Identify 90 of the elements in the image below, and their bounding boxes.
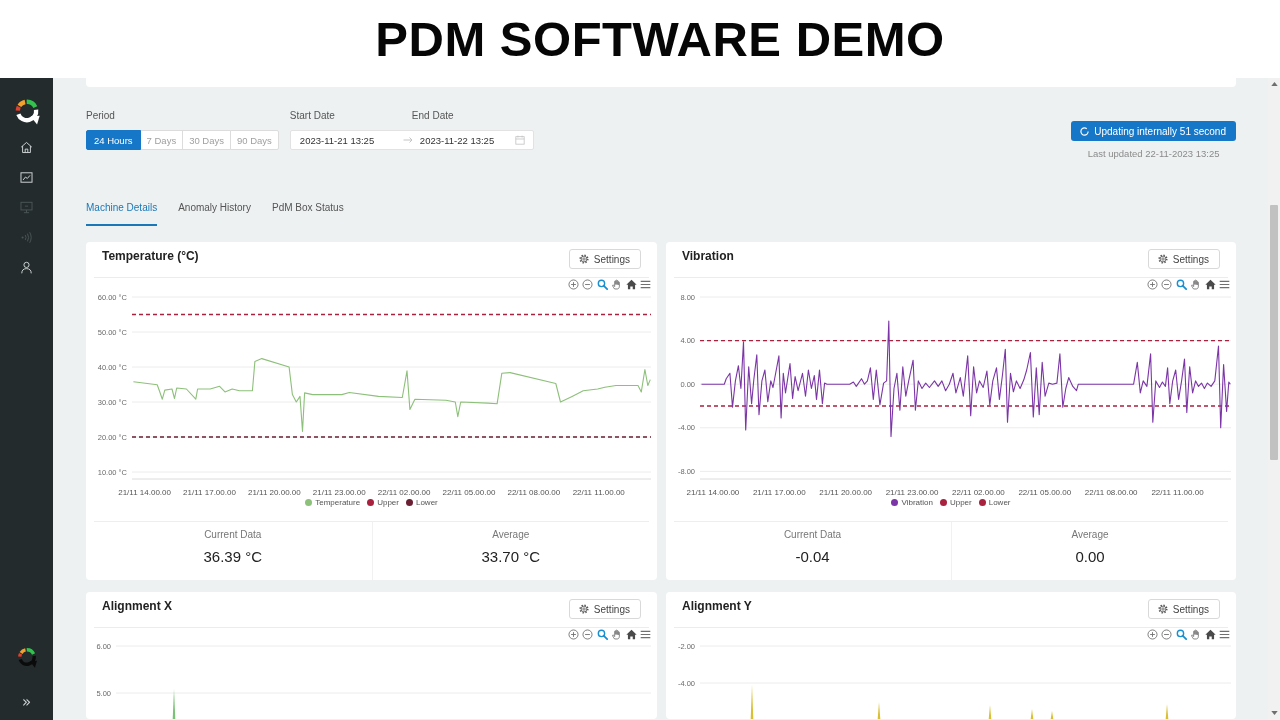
menu-icon[interactable] xyxy=(1219,279,1230,290)
refresh-status-button[interactable]: Updating internally 51 second xyxy=(1071,121,1236,141)
gear-icon xyxy=(578,254,589,264)
settings-button[interactable]: Settings xyxy=(1147,249,1220,269)
field-label: End Date xyxy=(411,110,454,122)
zoom-out-icon[interactable] xyxy=(1161,279,1172,290)
logo-icon xyxy=(15,646,38,668)
hand-icon[interactable] xyxy=(1190,629,1201,640)
stat-label: Current Data xyxy=(204,528,262,542)
settings-button[interactable]: Settings xyxy=(568,599,641,619)
stat-value: 33.70 °C xyxy=(481,548,540,566)
legend-label: Upper xyxy=(377,497,399,508)
zoom-in-icon[interactable] xyxy=(567,629,579,640)
axis-label: 22/11 05.00.00 xyxy=(1018,488,1072,497)
axis-label: 22/11 08.00.00 xyxy=(507,488,561,497)
axis-label: 21/11 23.00.00 xyxy=(885,488,939,497)
date-range-picker[interactable]: 2023-11-21 13:25 2023-11-22 13:25 xyxy=(289,130,534,150)
tab[interactable]: Machine Details xyxy=(86,201,158,226)
legend-label: Upper xyxy=(949,497,972,508)
scrollbar[interactable] xyxy=(1268,78,1280,720)
stat-value: 0.00 xyxy=(1075,548,1105,566)
settings-button[interactable]: Settings xyxy=(1147,599,1220,619)
spinner-icon xyxy=(1080,126,1090,136)
legend-label: Vibration xyxy=(901,497,933,508)
magnifier-icon[interactable] xyxy=(596,279,608,290)
menu-icon[interactable] xyxy=(640,279,651,290)
home-icon[interactable] xyxy=(625,629,637,640)
scrollbar-thumb[interactable] xyxy=(1270,205,1278,460)
end-date-input[interactable]: 2023-11-22 13:25 xyxy=(419,134,495,146)
magnifier-icon[interactable] xyxy=(1175,629,1187,640)
stat-label: Current Data xyxy=(783,528,842,542)
axis-label: 21/11 23.00.00 xyxy=(312,488,366,497)
axis-label: 21/11 17.00.00 xyxy=(752,488,806,497)
axis-label: 22/11 05.00.00 xyxy=(442,488,496,497)
axis-label: 21/11 14.00.00 xyxy=(118,488,171,497)
gear-icon xyxy=(1157,254,1168,264)
zoom-in-icon[interactable] xyxy=(567,279,579,290)
zoom-out-icon[interactable] xyxy=(1161,629,1172,640)
zoom-out-icon[interactable] xyxy=(582,279,593,290)
home-icon[interactable] xyxy=(20,141,33,154)
axis-label: 21/11 20.00.00 xyxy=(247,488,301,497)
gear-icon xyxy=(1157,604,1168,614)
hand-icon[interactable] xyxy=(611,279,622,290)
field-label: Start Date xyxy=(289,110,336,122)
menu-icon[interactable] xyxy=(640,629,651,640)
settings-button[interactable]: Settings xyxy=(568,249,641,269)
card-title: Alignment Y xyxy=(682,599,752,613)
stat-value: 36.39 °C xyxy=(203,548,262,566)
card-title: Alignment X xyxy=(102,599,172,613)
card-title: Vibration xyxy=(682,249,734,263)
home-icon[interactable] xyxy=(625,279,637,290)
stat-label: Average xyxy=(492,528,530,542)
banner-title: PDM SOFTWARE DEMO xyxy=(375,11,945,67)
caret-up-icon[interactable] xyxy=(1270,82,1278,86)
magnifier-icon[interactable] xyxy=(596,629,608,640)
axis-label: 21/11 20.00.00 xyxy=(819,488,873,497)
tab[interactable]: Anomaly History xyxy=(178,201,251,226)
home-icon[interactable] xyxy=(1204,629,1216,640)
last-updated-text: Last updated 22-11-2023 13:25 xyxy=(1087,148,1220,160)
card-title: Temperature (°C) xyxy=(102,249,199,263)
axis-label: 21/11 17.00.00 xyxy=(183,488,236,497)
user-icon[interactable] xyxy=(20,261,33,274)
arrow-icon xyxy=(402,136,413,144)
zoom-in-icon[interactable] xyxy=(1146,629,1158,640)
axis-label: 22/11 02.00.00 xyxy=(952,488,1005,497)
axis-label: 22/11 11.00.00 xyxy=(572,488,625,497)
legend-label: Lower xyxy=(988,497,1011,508)
gear-icon xyxy=(578,604,589,614)
start-date-input[interactable]: 2023-11-21 13:25 xyxy=(299,134,403,146)
expand-button[interactable]: » xyxy=(21,694,32,710)
zoom-out-icon[interactable] xyxy=(582,629,593,640)
tab[interactable]: PdM Box Status xyxy=(271,201,344,226)
chart-icon[interactable] xyxy=(20,171,33,184)
magnifier-icon[interactable] xyxy=(1175,279,1187,290)
hand-icon[interactable] xyxy=(1190,279,1201,290)
stat-value: -0.04 xyxy=(795,548,830,566)
axis-label: 22/11 11.00.00 xyxy=(1151,488,1204,497)
field-label: Period xyxy=(86,110,115,122)
stat-label: Average xyxy=(1071,528,1109,542)
axis-label: 22/11 08.00.00 xyxy=(1084,488,1138,497)
menu-icon[interactable] xyxy=(1219,629,1230,640)
hand-icon[interactable] xyxy=(611,629,622,640)
legend-label: Temperature xyxy=(315,497,361,508)
period-option[interactable]: 24 Hours xyxy=(86,130,141,150)
home-icon[interactable] xyxy=(1204,279,1216,290)
zoom-in-icon[interactable] xyxy=(1146,279,1158,290)
caret-down-icon[interactable] xyxy=(1270,711,1278,715)
axis-label: 22/11 02.00.00 xyxy=(377,488,431,497)
legend-label: Lower xyxy=(415,497,438,508)
axis-label: 21/11 14.00.00 xyxy=(686,488,740,497)
